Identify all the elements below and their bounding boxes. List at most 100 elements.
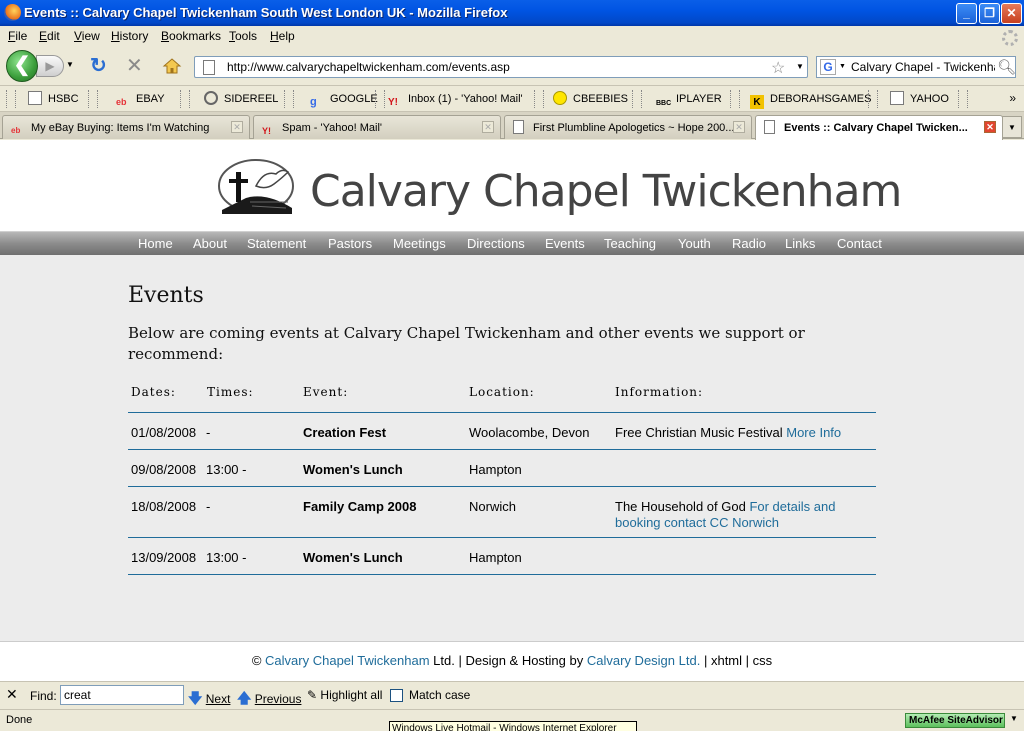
highlight-all-button[interactable]: ✎ Highlight all (307, 688, 382, 702)
url-input[interactable] (227, 59, 767, 75)
games-icon: K (750, 95, 764, 109)
tab-events-active[interactable]: Events :: Calvary Chapel Twicken... ✕ (755, 115, 1003, 140)
window-title: Events :: Calvary Chapel Twickenham Sout… (24, 5, 508, 20)
toolbar-separator (868, 90, 878, 108)
stop-icon[interactable]: ✕ (126, 56, 143, 76)
cell-date: 13/09/2008 (131, 550, 197, 565)
home-icon[interactable] (162, 56, 182, 76)
nav-radio[interactable]: Radio (732, 236, 766, 251)
bookmarks-overflow-icon[interactable]: » (1009, 91, 1016, 105)
bookmark-ebay[interactable]: eb EBAY (116, 91, 165, 107)
nav-directions[interactable]: Directions (467, 236, 525, 251)
google-engine-icon[interactable]: G (820, 59, 836, 75)
google-icon: g (310, 96, 317, 108)
tab-close-icon[interactable]: ✕ (733, 121, 745, 133)
more-info-link[interactable]: More Info (786, 425, 841, 440)
match-case-checkbox[interactable] (390, 689, 403, 702)
tab-close-icon[interactable]: ✕ (984, 121, 996, 133)
address-bar[interactable]: ☆ ▼ (194, 56, 808, 78)
close-button[interactable]: ✕ (1001, 3, 1022, 24)
search-box[interactable]: G ▼ 🔍︎ (816, 56, 1016, 78)
bookmark-sidereel[interactable]: SIDEREEL (204, 91, 278, 107)
find-bar: ✕ Find: 🡇 Next 🡅 Previous ✎ Highlight al… (0, 681, 1024, 709)
title-bar: Events :: Calvary Chapel Twickenham Sout… (0, 0, 1024, 26)
nav-meetings[interactable]: Meetings (393, 236, 446, 251)
close-findbar-icon[interactable]: ✕ (6, 686, 18, 703)
tab-close-icon[interactable]: ✕ (482, 121, 494, 133)
cell-time: 13:00 - (206, 550, 247, 565)
find-input[interactable] (60, 685, 184, 705)
footer-design-link[interactable]: Calvary Design Ltd. (587, 653, 700, 668)
cell-location: Norwich (469, 499, 516, 514)
nav-statement[interactable]: Statement (247, 236, 306, 251)
ebay-icon: eb (116, 97, 127, 107)
intro-text: Below are coming events at Calvary Chape… (128, 324, 805, 363)
page-icon (513, 120, 524, 134)
cell-event: Women's Lunch (303, 462, 403, 477)
history-dropdown-icon[interactable]: ▼ (66, 60, 74, 69)
menu-history[interactable]: History (111, 29, 148, 43)
page-icon (28, 91, 42, 105)
bookmark-iplayer[interactable]: BBC IPLAYER (656, 91, 722, 107)
highlighter-icon: ✎ (307, 688, 318, 702)
tab-close-icon[interactable]: ✕ (231, 121, 243, 133)
search-magnifier-icon[interactable]: 🔍︎ (997, 58, 1016, 76)
mcafee-siteadvisor-badge[interactable]: McAfee SiteAdvisor (905, 713, 1005, 728)
nav-home[interactable]: Home (138, 236, 173, 251)
cell-time: - (206, 499, 211, 514)
column-header-dates: Dates: (131, 385, 176, 399)
yahoo-icon: Y! (262, 126, 271, 136)
nav-teaching[interactable]: Teaching (604, 236, 656, 251)
bookmark-star-icon[interactable]: ☆ (771, 58, 785, 78)
cell-time: - (206, 425, 211, 440)
bookmark-cbeebies[interactable]: CBEEBIES (553, 91, 628, 107)
forward-button[interactable]: ▶ (36, 55, 64, 77)
tab-plumbline[interactable]: First Plumbline Apologetics ~ Hope 200..… (504, 115, 752, 139)
back-button[interactable]: ❮ (6, 50, 38, 82)
addon-dropdown-icon[interactable]: ▼ (1010, 714, 1018, 723)
footer-church-link[interactable]: Calvary Chapel Twickenham (265, 653, 430, 668)
firefox-icon (4, 4, 21, 21)
bookmark-yahoo[interactable]: YAHOO (890, 91, 949, 107)
nav-events[interactable]: Events (545, 236, 585, 251)
nav-pastors[interactable]: Pastors (328, 236, 372, 251)
minimize-button[interactable]: _ (956, 3, 977, 24)
nav-youth[interactable]: Youth (678, 236, 711, 251)
bookmark-google[interactable]: g GOOGLE (310, 91, 378, 108)
toolbar-separator (534, 90, 544, 108)
maximize-button[interactable]: ❐ (979, 3, 1000, 24)
cell-location: Hampton (469, 550, 522, 565)
nav-contact[interactable]: Contact (837, 236, 882, 251)
cell-time: 13:00 - (206, 462, 247, 477)
menu-tools[interactable]: Tools (229, 29, 257, 43)
nav-about[interactable]: About (193, 236, 227, 251)
arrow-up-icon: 🡅 (237, 690, 252, 706)
throbber-icon (1002, 30, 1018, 46)
toolbar-separator (284, 90, 294, 108)
footer-xhtml-link[interactable]: xhtml (711, 653, 742, 668)
engine-dropdown-icon[interactable]: ▼ (839, 63, 846, 70)
bookmark-deborahsgames[interactable]: K DEBORAHSGAMES (750, 91, 871, 109)
menu-edit[interactable]: Edit (39, 29, 60, 43)
menu-file[interactable]: File (8, 29, 27, 43)
search-input[interactable] (851, 60, 995, 74)
menu-view[interactable]: View (74, 29, 100, 43)
bookmark-yahoo-inbox[interactable]: Y! Inbox (1) - 'Yahoo! Mail' (388, 91, 523, 108)
url-dropdown-icon[interactable]: ▼ (796, 62, 804, 71)
menu-bookmarks[interactable]: Bookmarks (161, 29, 221, 43)
page-title: Events (128, 283, 204, 308)
match-case-label[interactable]: Match case (409, 688, 470, 702)
menu-help[interactable]: Help (270, 29, 295, 43)
bookmark-hsbc[interactable]: HSBC (28, 91, 79, 107)
footer-css-link[interactable]: css (753, 653, 773, 668)
cell-date: 09/08/2008 (131, 462, 197, 477)
toolbar-separator (730, 90, 740, 108)
cbeebies-icon (553, 91, 567, 105)
nav-links[interactable]: Links (785, 236, 815, 251)
tab-list-dropdown-icon[interactable]: ▼ (1002, 116, 1022, 138)
menu-bar: File Edit View History Bookmarks Tools H… (0, 26, 1024, 46)
tab-yahoo-spam[interactable]: Y! Spam - 'Yahoo! Mail' ✕ (253, 115, 501, 139)
table-row: 01/08/2008 - Creation Fest Woolacombe, D… (128, 413, 876, 450)
tab-ebay-watching[interactable]: eb My eBay Buying: Items I'm Watching ✕ (2, 115, 250, 139)
reload-icon[interactable]: ↻ (90, 56, 107, 76)
